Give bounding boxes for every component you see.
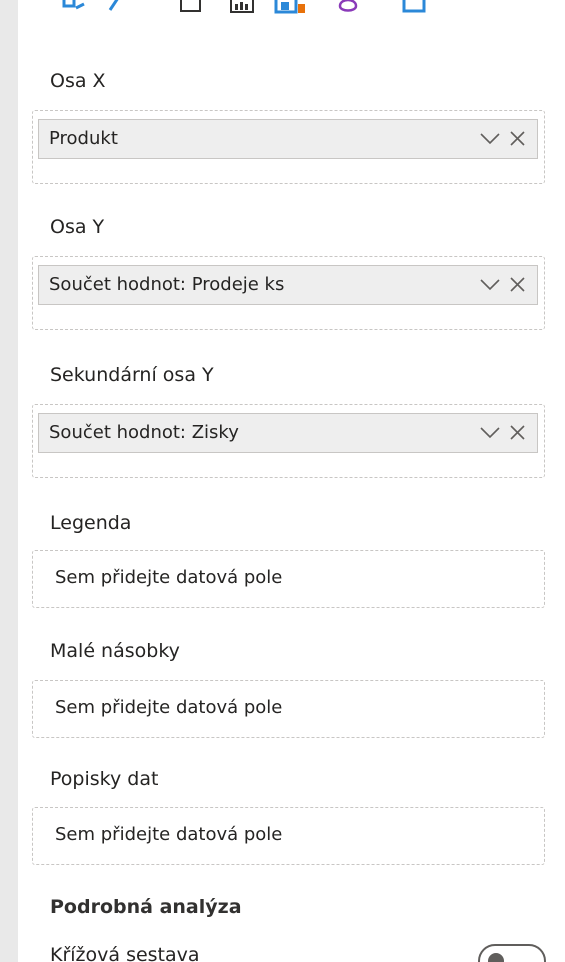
analytics-icon[interactable] (106, 0, 128, 20)
custom-visual-icon[interactable] (336, 0, 362, 20)
small-multiples-label: Malé násobky (50, 640, 180, 662)
y-axis-field[interactable]: Součet hodnot: Prodeje ks (38, 265, 538, 305)
small-multiples-placeholder: Sem přidejte datová pole (55, 697, 283, 718)
secondary-y-axis-well[interactable]: Součet hodnot: Zisky (32, 404, 545, 478)
y-axis-field-name: Součet hodnot: Prodeje ks (49, 274, 285, 295)
legend-label: Legenda (50, 512, 132, 534)
chevron-down-icon[interactable] (480, 279, 500, 291)
format-icon[interactable] (60, 0, 90, 20)
left-pane-edge (0, 0, 18, 962)
field-actions (480, 277, 525, 292)
blank-visual-icon[interactable] (178, 0, 204, 20)
close-icon[interactable] (510, 425, 525, 440)
x-axis-field[interactable]: Produkt (38, 119, 538, 159)
x-axis-field-name: Produkt (49, 128, 118, 149)
cross-report-label: Křížová sestava (50, 944, 200, 962)
cross-report-toggle[interactable] (478, 944, 546, 962)
small-multiples-well[interactable]: Sem přidejte datová pole (32, 680, 545, 738)
drillthrough-heading: Podrobná analýza (50, 896, 242, 918)
tooltips-placeholder: Sem přidejte datová pole (55, 824, 283, 845)
toggle-knob (488, 953, 504, 962)
y-axis-well[interactable]: Součet hodnot: Prodeje ks (32, 256, 545, 330)
legend-well[interactable]: Sem přidejte datová pole (32, 550, 545, 608)
secondary-y-axis-field[interactable]: Součet hodnot: Zisky (38, 413, 538, 453)
close-icon[interactable] (510, 131, 525, 146)
visualizations-fields-pane: Osa X Produkt Osa Y Součet hodnot: Prode… (18, 0, 565, 962)
secondary-y-axis-field-name: Součet hodnot: Zisky (49, 422, 239, 443)
field-actions (480, 425, 525, 440)
visual-icon-strip (18, 0, 565, 20)
more-visual-icon[interactable] (400, 0, 430, 20)
x-axis-well[interactable]: Produkt (32, 110, 545, 184)
legend-placeholder: Sem přidejte datová pole (55, 567, 283, 588)
tooltips-label: Popisky dat (50, 768, 159, 790)
close-icon[interactable] (510, 277, 525, 292)
field-actions (480, 131, 525, 146)
table-visual-icon[interactable] (228, 0, 258, 20)
y-axis-label: Osa Y (50, 216, 105, 238)
chevron-down-icon[interactable] (480, 133, 500, 145)
x-axis-label: Osa X (50, 70, 106, 92)
chart-visual-icon[interactable] (273, 0, 309, 20)
chevron-down-icon[interactable] (480, 427, 500, 439)
tooltips-well[interactable]: Sem přidejte datová pole (32, 807, 545, 865)
secondary-y-axis-label: Sekundární osa Y (50, 364, 214, 386)
